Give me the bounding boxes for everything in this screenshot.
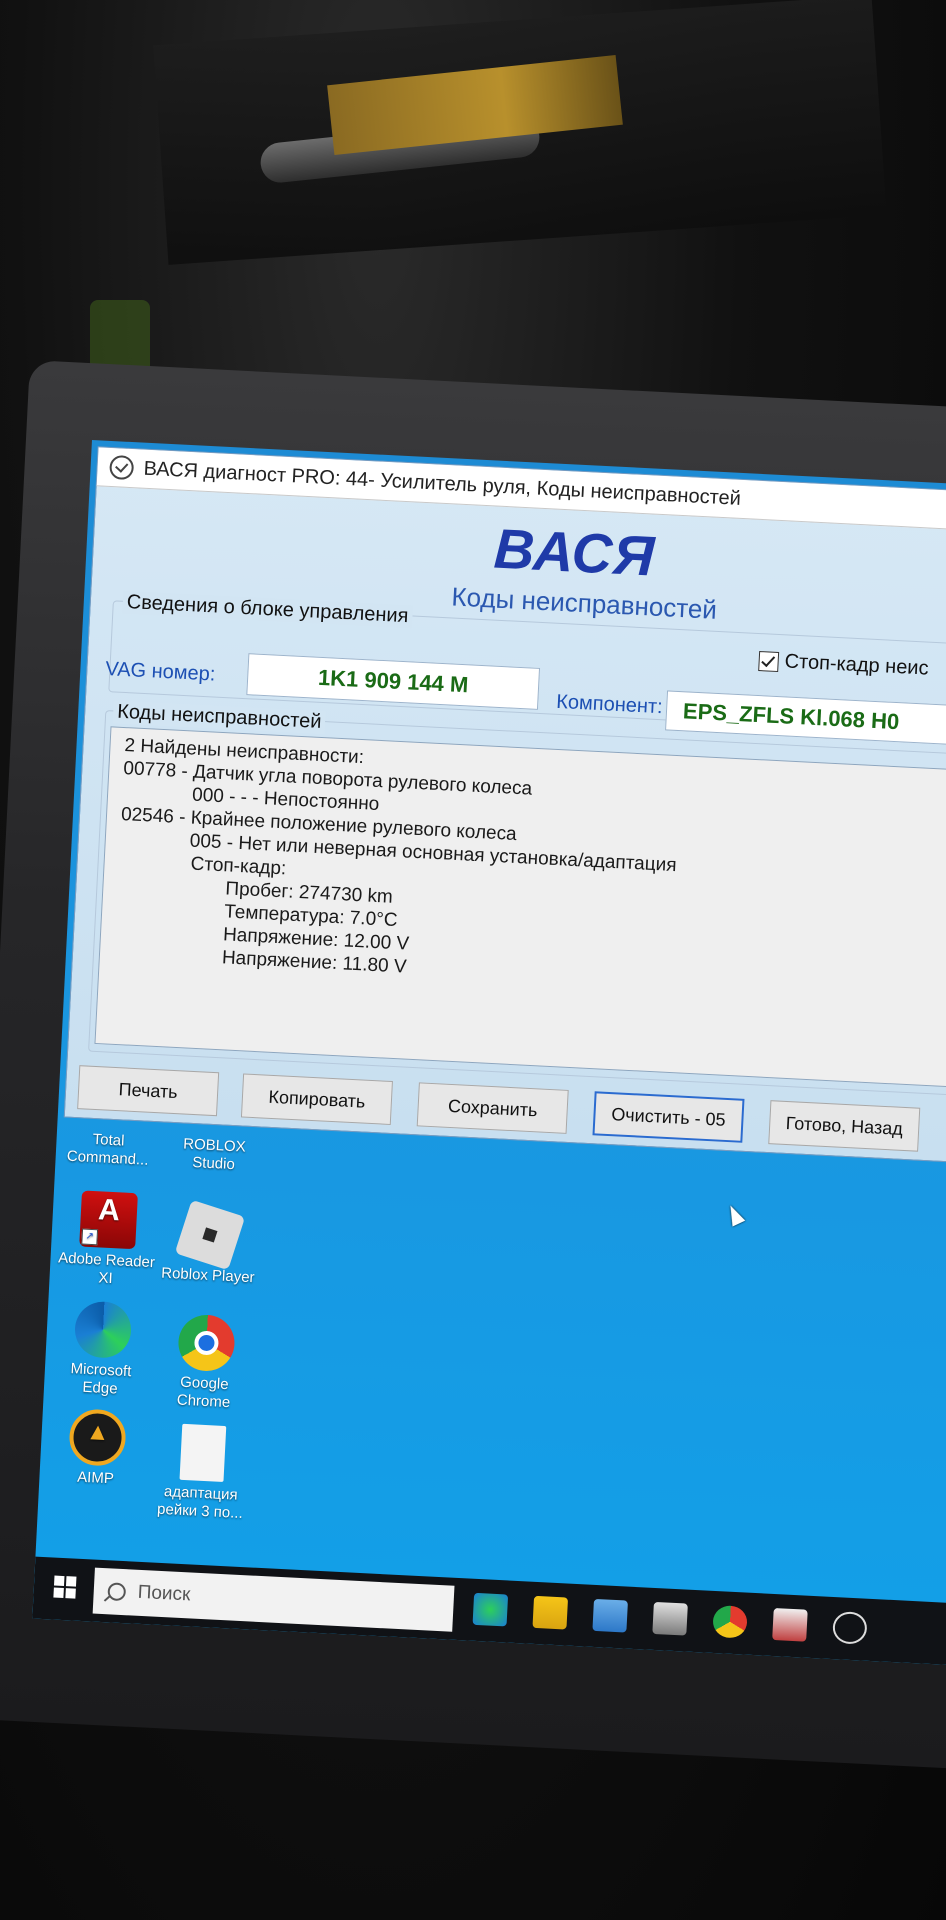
clear-codes-button[interactable]: Очистить - 05 <box>592 1091 745 1143</box>
taskbar-mail-icon[interactable] <box>592 1598 628 1633</box>
search-placeholder: Поиск <box>137 1581 191 1606</box>
checkbox-checked-icon <box>758 650 780 672</box>
edge-icon <box>73 1300 133 1360</box>
app-icon <box>109 454 135 481</box>
save-button[interactable]: Сохранить <box>416 1082 569 1134</box>
copy-button[interactable]: Копировать <box>240 1073 393 1125</box>
aimp-icon <box>68 1408 127 1467</box>
desktop-icon-label: Google Chrome <box>176 1373 231 1412</box>
roblox-icon <box>174 1199 246 1271</box>
mouse-cursor-icon <box>724 1202 746 1227</box>
desktop-icon-aimp[interactable]: AIMP <box>45 1407 149 1490</box>
desktop-icon-label: AIMP <box>76 1468 115 1488</box>
desktop-icon-total-commander[interactable]: Total Command... <box>57 1129 159 1170</box>
desktop-icon-label: Microsoft Edge <box>70 1360 132 1398</box>
fault-codes-textbox[interactable]: 2 Найдены неисправности: 00778 - Датчик … <box>94 726 946 1227</box>
shortcut-arrow-icon: ↗ <box>81 1228 99 1246</box>
windows-start-icon[interactable] <box>53 1575 77 1599</box>
desktop-icon-label: Adobe Reader XI <box>57 1249 156 1288</box>
taskbar-search[interactable]: Поиск <box>92 1567 455 1632</box>
desktop-icon-label: ROBLOX Studio <box>182 1135 247 1174</box>
taskbar-app-icon[interactable] <box>772 1607 808 1642</box>
done-back-button[interactable]: Готово, Назад <box>768 1100 921 1152</box>
desktop-icon-file[interactable]: адаптация рейки 3 по... <box>150 1422 255 1523</box>
brand-logo: ВАСЯ <box>492 516 657 588</box>
file-icon <box>179 1423 227 1482</box>
desktop-icon-label: Total Command... <box>66 1130 149 1169</box>
taskbar-vasya-icon[interactable] <box>832 1611 868 1645</box>
desktop-icon-roblox-player[interactable]: Roblox Player <box>157 1199 261 1287</box>
vasya-app-window: ВАСЯ диагност PRO: 44- Усилитель руля, К… <box>63 446 946 1227</box>
taskbar-explorer-icon[interactable] <box>532 1595 569 1630</box>
desktop-icon-label: Roblox Player <box>160 1264 255 1287</box>
pdf-icon: ↗ <box>79 1190 138 1250</box>
taskbar-chrome-icon[interactable] <box>712 1604 748 1639</box>
desktop-icon-label: адаптация рейки 3 по... <box>156 1483 244 1522</box>
desktop-icon-adobe-reader[interactable]: ↗ Adobe Reader XI <box>55 1189 160 1290</box>
search-icon <box>107 1582 127 1602</box>
taskbar-store-icon[interactable] <box>652 1601 688 1636</box>
laptop-screen: Total Command... ROBLOX Studio ↗ Adobe R… <box>32 440 946 1670</box>
desktop-icon-roblox-studio[interactable]: ROBLOX Studio <box>163 1135 265 1176</box>
taskbar-edge-icon[interactable] <box>472 1592 509 1627</box>
print-button[interactable]: Печать <box>77 1065 220 1117</box>
desktop-icon-edge[interactable]: Microsoft Edge <box>50 1299 155 1400</box>
photo-scene: Total Command... ROBLOX Studio ↗ Adobe R… <box>0 0 946 1920</box>
chrome-icon <box>177 1313 236 1373</box>
desktop-icon-chrome[interactable]: Google Chrome <box>153 1312 258 1413</box>
